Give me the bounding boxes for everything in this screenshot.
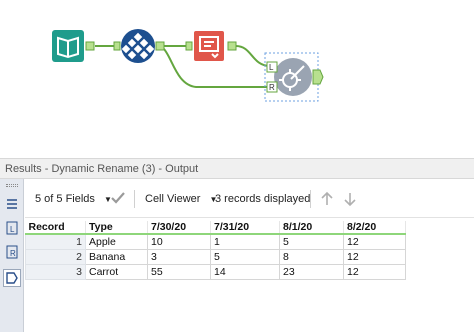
input-output-port bbox=[85, 41, 95, 51]
table-cell[interactable]: 55 bbox=[147, 263, 211, 280]
table-cell[interactable]: 12 bbox=[343, 233, 406, 250]
results-table: Record Type 7/30/20 7/31/20 8/1/20 8/2/2… bbox=[25, 221, 406, 280]
table-cell[interactable]: 8 bbox=[279, 248, 344, 265]
fields-selector[interactable]: 5 of 5 Fields ▼ bbox=[35, 192, 112, 207]
rename-output-port bbox=[312, 69, 324, 85]
output-button[interactable] bbox=[3, 269, 21, 287]
select-input-port bbox=[113, 41, 121, 51]
record-number[interactable]: 1 bbox=[25, 233, 86, 250]
table-cell[interactable]: 14 bbox=[210, 263, 280, 280]
workflow-canvas[interactable]: L R bbox=[0, 0, 474, 158]
column-header[interactable]: 8/1/20 bbox=[279, 221, 344, 235]
column-header[interactable]: 7/31/20 bbox=[210, 221, 280, 235]
table-header-row: Record Type 7/30/20 7/31/20 8/1/20 8/2/2… bbox=[25, 221, 406, 235]
column-header[interactable]: Record bbox=[25, 221, 86, 235]
table-row: 2 Banana 3 5 8 12 bbox=[25, 248, 406, 265]
viewer-selector[interactable]: Cell Viewer ▼ bbox=[145, 192, 217, 207]
formula-output-port bbox=[227, 41, 237, 51]
column-header[interactable]: 7/30/20 bbox=[147, 221, 211, 235]
select-tool[interactable] bbox=[113, 29, 165, 63]
select-output-port bbox=[155, 41, 165, 51]
arrow-up-icon bbox=[321, 191, 333, 205]
apply-checkmark-button[interactable] bbox=[110, 190, 126, 210]
right-input-button[interactable]: R bbox=[3, 243, 21, 261]
table-cell[interactable]: Apple bbox=[85, 233, 148, 250]
column-header[interactable]: Type bbox=[85, 221, 148, 235]
results-grid[interactable]: Record Type 7/30/20 7/31/20 8/1/20 8/2/2… bbox=[25, 221, 474, 280]
scroll-up-button[interactable] bbox=[320, 191, 334, 211]
toolbar-divider bbox=[310, 190, 311, 208]
column-header[interactable]: 8/2/20 bbox=[343, 221, 406, 235]
svg-text:R: R bbox=[10, 249, 16, 258]
left-port-label: L bbox=[269, 63, 274, 72]
table-cell[interactable]: Banana bbox=[85, 248, 148, 265]
workflow-diagram: L R bbox=[52, 29, 324, 102]
record-number[interactable]: 2 bbox=[25, 248, 86, 265]
svg-text:L: L bbox=[10, 225, 15, 234]
left-input-button[interactable]: L bbox=[3, 219, 21, 237]
output-anchor-icon bbox=[6, 272, 18, 284]
table-cell[interactable]: 5 bbox=[279, 233, 344, 250]
fields-selector-label: 5 of 5 Fields bbox=[35, 193, 95, 205]
input-data-tool[interactable] bbox=[52, 30, 95, 62]
table-row: 3 Carrot 55 14 23 12 bbox=[25, 263, 406, 280]
strip-grip-handle[interactable] bbox=[6, 184, 18, 187]
toolbar-divider bbox=[134, 190, 135, 208]
table-cell[interactable]: 12 bbox=[343, 263, 406, 280]
viewer-selector-label: Cell Viewer bbox=[145, 193, 201, 205]
table-cell[interactable]: 5 bbox=[210, 248, 280, 265]
left-input-icon: L bbox=[6, 221, 18, 235]
records-status: 3 records displayed bbox=[215, 193, 311, 205]
right-port-label: R bbox=[269, 83, 275, 92]
formula-input-port bbox=[185, 41, 193, 51]
scroll-down-button[interactable] bbox=[343, 191, 357, 211]
checkmark-icon bbox=[111, 192, 125, 204]
table-cell[interactable]: 1 bbox=[210, 233, 280, 250]
record-number[interactable]: 3 bbox=[25, 263, 86, 280]
table-cell[interactable]: 10 bbox=[147, 233, 211, 250]
results-title-bar: Results - Dynamic Rename (3) - Output bbox=[0, 158, 474, 179]
results-side-strip: L R bbox=[0, 179, 24, 332]
table-cell[interactable]: 23 bbox=[279, 263, 344, 280]
results-toolbar: 5 of 5 Fields ▼ Cell Viewer ▼ 3 records … bbox=[25, 180, 474, 218]
results-title: Results - Dynamic Rename (3) - Output bbox=[5, 163, 199, 175]
arrow-down-icon bbox=[344, 193, 356, 207]
list-view-button[interactable] bbox=[3, 195, 21, 213]
right-input-icon: R bbox=[6, 245, 18, 259]
table-cell[interactable]: 12 bbox=[343, 248, 406, 265]
table-cell[interactable]: 3 bbox=[147, 248, 211, 265]
list-icon bbox=[7, 199, 17, 209]
dynamic-rename-tool[interactable]: L R bbox=[264, 52, 324, 102]
table-row: 1 Apple 10 1 5 12 bbox=[25, 233, 406, 250]
connector-lines bbox=[95, 45, 271, 88]
formula-tool[interactable] bbox=[185, 31, 237, 61]
table-cell[interactable]: Carrot bbox=[85, 263, 148, 280]
